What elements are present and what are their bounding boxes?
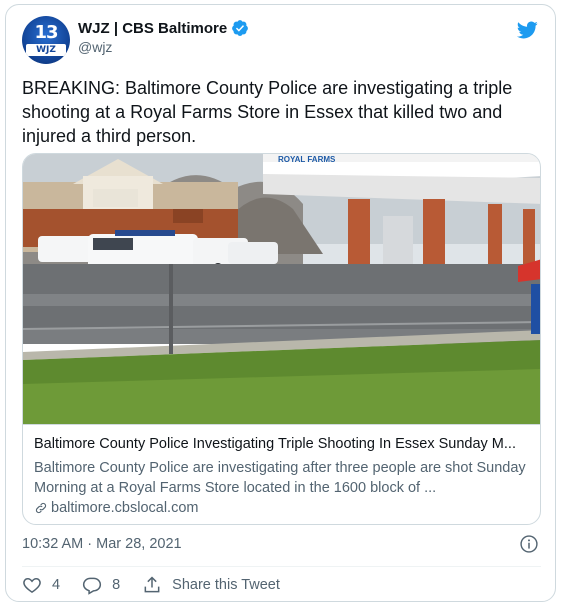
tweet-timestamp[interactable]: 10:32 AM · Mar 28, 2021 (22, 536, 182, 552)
share-label: Share this Tweet (172, 577, 280, 593)
avatar-logo-number: 13 (34, 22, 58, 43)
link-preview-card[interactable]: ROYAL FARMS Baltimore County Police Inve… (22, 153, 541, 525)
verified-badge-icon (232, 20, 249, 36)
twitter-bird-icon[interactable] (515, 19, 539, 41)
reply-count: 8 (112, 577, 121, 593)
link-preview-info[interactable]: Baltimore County Police Investigating Tr… (23, 424, 540, 524)
display-name[interactable]: WJZ | CBS Baltimore (78, 20, 227, 37)
like-button[interactable]: 4 (22, 575, 60, 595)
divider (22, 566, 541, 567)
tweet-card[interactable]: 13 WJZ WJZ | CBS Baltimore @wjz BREAKING… (5, 4, 556, 602)
link-description: Baltimore County Police are investigatin… (34, 460, 526, 496)
link-preview-image[interactable]: ROYAL FARMS (23, 154, 541, 424)
link-domain-text[interactable]: baltimore.cbslocal.com (51, 500, 198, 516)
share-upload-icon (144, 576, 160, 593)
info-icon[interactable] (519, 534, 539, 554)
like-count: 4 (52, 577, 61, 593)
store-sign-text: ROYAL FARMS (278, 155, 336, 164)
avatar[interactable]: 13 WJZ (22, 16, 70, 64)
link-title[interactable]: Baltimore County Police Investigating Tr… (34, 436, 534, 452)
link-icon (35, 502, 47, 514)
reply-button[interactable]: 8 (82, 575, 120, 595)
share-button[interactable]: Share this Tweet (142, 575, 280, 595)
heart-icon (23, 577, 41, 593)
account-name-row[interactable]: WJZ | CBS Baltimore (78, 19, 249, 37)
account-handle[interactable]: @wjz (78, 39, 112, 55)
tweet-actions: 4 8 Share this Tweet (22, 573, 302, 597)
reply-bubble-icon (82, 577, 102, 595)
tweet-text: BREAKING: Baltimore County Police are in… (22, 78, 513, 146)
avatar-logo-text: WJZ (26, 44, 66, 56)
link-domain[interactable]: baltimore.cbslocal.com (34, 500, 198, 516)
